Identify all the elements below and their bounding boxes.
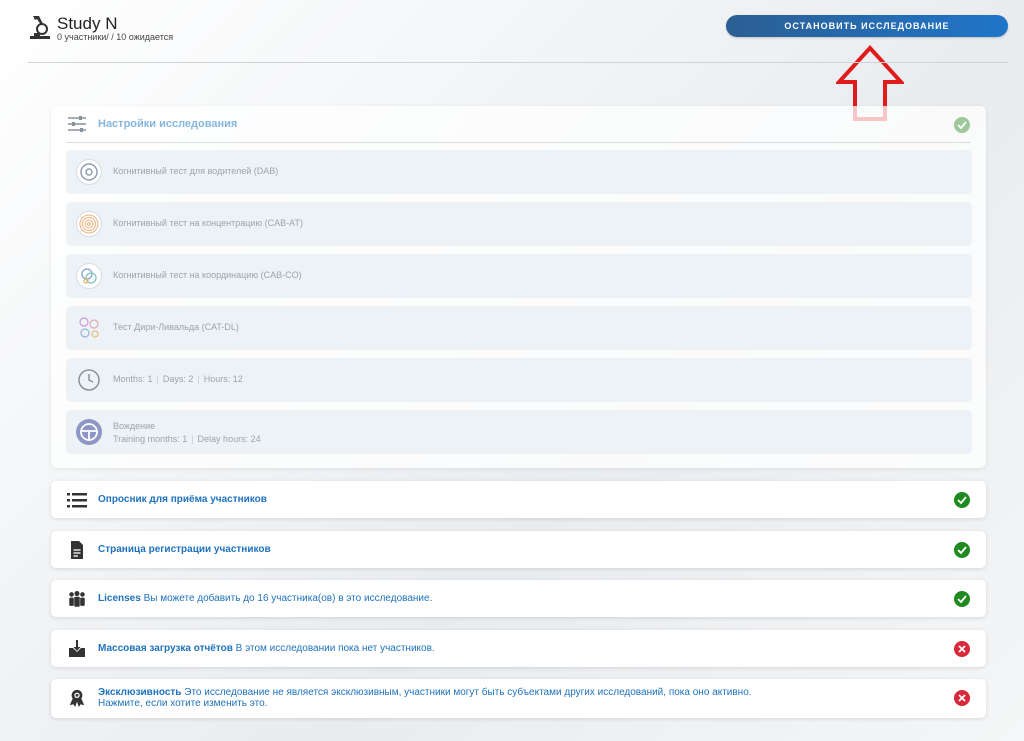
- close-icon: [954, 690, 970, 706]
- close-icon: [954, 641, 970, 657]
- questionnaire-title: Опросник для приёма участников: [98, 494, 267, 505]
- settings-item-label: Когнитивный тест на координацию (CAB-CO): [113, 270, 302, 280]
- users-group-icon: [69, 591, 85, 607]
- training-months: Training months: 1: [113, 434, 188, 444]
- bulk-download-title: Массовая загрузка отчётов: [98, 643, 233, 654]
- participants-count: 0 участники/ / 10 ожидается: [57, 32, 174, 42]
- registration-title: Страница регистрации участников: [98, 544, 271, 555]
- months-value: Months: 1: [113, 374, 153, 384]
- stop-study-button[interactable]: ОСТАНОВИТЬ ИССЛЕДОВАНИЕ: [726, 15, 1008, 37]
- check-icon: [954, 492, 970, 508]
- licenses-title: Licenses: [98, 593, 141, 604]
- settings-divider: [66, 142, 971, 143]
- header-divider: [28, 62, 1008, 63]
- licenses-text: Licenses Вы можете добавить до 16 участн…: [98, 593, 432, 604]
- sliders-icon: [68, 116, 86, 132]
- driving-title: Вождение: [113, 421, 156, 431]
- exclusivity-text: Эксклюзивность Это исследование не являе…: [98, 687, 928, 709]
- coordination-icon: [76, 263, 102, 289]
- steering-wheel-icon: [76, 159, 102, 185]
- questionnaire-card[interactable]: Опросник для приёма участников: [51, 481, 986, 518]
- bulk-download-text: Массовая загрузка отчётов В этом исследо…: [98, 643, 435, 654]
- settings-item-cab-at[interactable]: Когнитивный тест на концентрацию (CAB-AT…: [66, 202, 972, 246]
- driving-info: Вождение Training months: 1 | Delay hours:…: [113, 421, 261, 444]
- days-value: Days: 2: [162, 374, 194, 384]
- document-icon: [71, 541, 83, 559]
- licenses-description: Вы можете добавить до 16 участника(ов) в…: [143, 593, 433, 604]
- study-settings-panel: Настройки исследования Когнитивный тест …: [51, 106, 986, 468]
- check-icon: [954, 591, 970, 607]
- steering-wheel-icon: [76, 419, 102, 445]
- study-title: Study N: [57, 14, 118, 33]
- microscope-icon: [30, 16, 50, 39]
- check-icon: [954, 542, 970, 558]
- settings-item-timing[interactable]: Months: 1 | Days: 2 | Hours: 12: [66, 358, 972, 402]
- delay-hours: Delay hours: 24: [197, 434, 261, 444]
- bulk-download-card[interactable]: Массовая загрузка отчётов В этом исследо…: [51, 630, 986, 667]
- bulk-download-description: В этом исследовании пока нет участников.: [235, 643, 435, 654]
- settings-item-cab-co[interactable]: Когнитивный тест на координацию (CAB-CO): [66, 254, 972, 298]
- settings-item-driving[interactable]: Вождение Training months: 1 | Delay hours:…: [66, 410, 972, 454]
- settings-item-dab[interactable]: Когнитивный тест для водителей (DAB): [66, 150, 972, 194]
- settings-item-label: Когнитивный тест на концентрацию (CAB-AT…: [113, 218, 303, 228]
- list-icon: [67, 493, 87, 508]
- settings-title: Настройки исследования: [98, 118, 238, 130]
- timing-values: Months: 1 | Days: 2 | Hours: 12: [113, 374, 243, 384]
- settings-item-cat-dl[interactable]: Тест Дири-Ливальда (CAT-DL): [66, 306, 972, 350]
- clock-icon: [76, 367, 102, 393]
- settings-item-label: Тест Дири-Ливальда (CAT-DL): [113, 322, 239, 332]
- download-tray-icon: [69, 640, 85, 657]
- settings-check-icon: [954, 117, 970, 133]
- exclusivity-change-link[interactable]: Нажмите, если хотите изменить это.: [98, 698, 267, 709]
- concentric-circles-icon: [76, 211, 102, 237]
- award-badge-icon: [69, 689, 85, 707]
- hours-value: Hours: 12: [203, 374, 243, 384]
- registration-card[interactable]: Страница регистрации участников: [51, 531, 986, 568]
- licenses-card[interactable]: Licenses Вы можете добавить до 16 участн…: [51, 580, 986, 617]
- exclusivity-title: Эксклюзивность: [98, 687, 182, 698]
- exclusivity-description: Это исследование не является эксклюзивны…: [184, 687, 752, 698]
- circles-icon: [76, 315, 102, 341]
- exclusivity-card[interactable]: Эксклюзивность Это исследование не являе…: [51, 679, 986, 718]
- settings-item-label: Когнитивный тест для водителей (DAB): [113, 166, 279, 176]
- settings-header[interactable]: Настройки исследования: [51, 106, 986, 142]
